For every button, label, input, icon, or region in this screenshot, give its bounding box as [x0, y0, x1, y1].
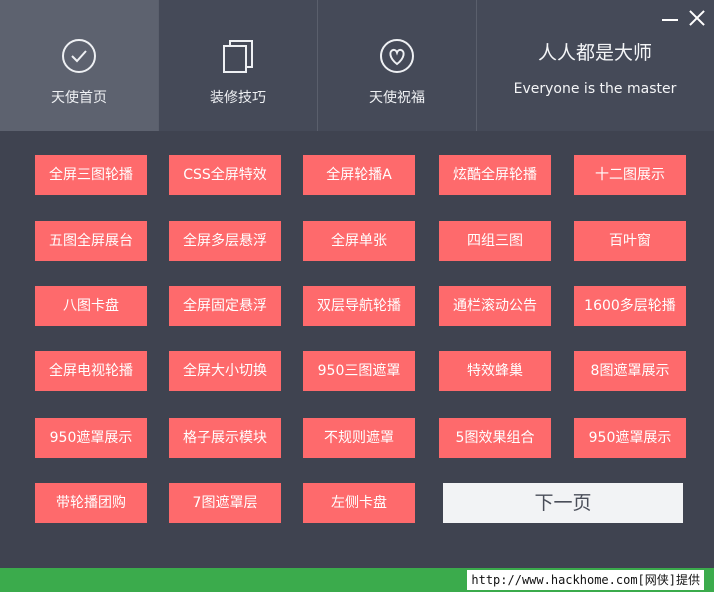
tab-home[interactable]: 天使首页 [0, 0, 159, 131]
template-button[interactable]: 十二图展示 [574, 155, 686, 195]
template-button[interactable]: 通栏滚动公告 [439, 286, 551, 326]
footer-watermark: http://www.hackhome.com[网侠]提供 [467, 570, 704, 590]
template-button[interactable]: 1600多层轮播 [574, 286, 686, 326]
template-button[interactable]: 全屏单张 [303, 221, 415, 261]
minimize-icon[interactable] [660, 8, 680, 28]
stacked-pages-icon [223, 40, 253, 73]
template-button[interactable]: 带轮播团购 [35, 483, 147, 523]
next-page-button[interactable]: 下一页 [443, 483, 683, 523]
template-button[interactable]: 950遮罩展示 [574, 418, 686, 458]
tab-blessings-label: 天使祝福 [369, 90, 425, 106]
template-button[interactable]: 全屏电视轮播 [35, 351, 147, 391]
template-button[interactable]: 全屏三图轮播 [35, 155, 147, 195]
template-button[interactable]: 全屏轮播A [303, 155, 415, 195]
brand-subtitle: Everyone is the master [513, 81, 677, 97]
template-button[interactable]: 8图遮罩展示 [574, 351, 686, 391]
check-circle-icon [62, 39, 96, 73]
brand-title: 人人都是大师 [537, 42, 652, 64]
template-button[interactable]: 5图效果组合 [439, 418, 551, 458]
template-button[interactable]: 特效蜂巢 [439, 351, 551, 391]
top-navigation-bar: 天使首页 装修技巧 天使祝福 人人都是大师 Everyone is the ma… [0, 0, 714, 131]
template-button[interactable]: 7图遮罩层 [169, 483, 281, 523]
template-button[interactable]: 左侧卡盘 [303, 483, 415, 523]
template-button[interactable]: 双层导航轮播 [303, 286, 415, 326]
heart-circle-icon [380, 39, 414, 73]
template-button[interactable]: 炫酷全屏轮播 [439, 155, 551, 195]
template-button-grid: 全屏三图轮播 CSS全屏特效 全屏轮播A 炫酷全屏轮播 十二图展示 五图全屏展台… [0, 131, 714, 568]
template-button[interactable]: 950遮罩展示 [35, 418, 147, 458]
template-button[interactable]: 950三图遮罩 [303, 351, 415, 391]
footer-bar: http://www.hackhome.com[网侠]提供 [0, 568, 714, 592]
template-button[interactable]: 百叶窗 [574, 221, 686, 261]
template-button[interactable]: 不规则遮罩 [303, 418, 415, 458]
template-button[interactable]: 四组三图 [439, 221, 551, 261]
template-button[interactable]: CSS全屏特效 [169, 155, 281, 195]
close-icon[interactable] [687, 8, 707, 28]
tab-blessings[interactable]: 天使祝福 [318, 0, 477, 131]
template-button[interactable]: 格子展示模块 [169, 418, 281, 458]
tab-decoration-tips[interactable]: 装修技巧 [159, 0, 318, 131]
template-button[interactable]: 全屏多层悬浮 [169, 221, 281, 261]
template-button[interactable]: 五图全屏展台 [35, 221, 147, 261]
tab-home-label: 天使首页 [51, 90, 107, 106]
template-button[interactable]: 全屏固定悬浮 [169, 286, 281, 326]
template-button[interactable]: 全屏大小切换 [169, 351, 281, 391]
app-window: 天使首页 装修技巧 天使祝福 人人都是大师 Everyone is the ma… [0, 0, 714, 568]
tab-decoration-tips-label: 装修技巧 [210, 90, 266, 106]
template-button[interactable]: 八图卡盘 [35, 286, 147, 326]
